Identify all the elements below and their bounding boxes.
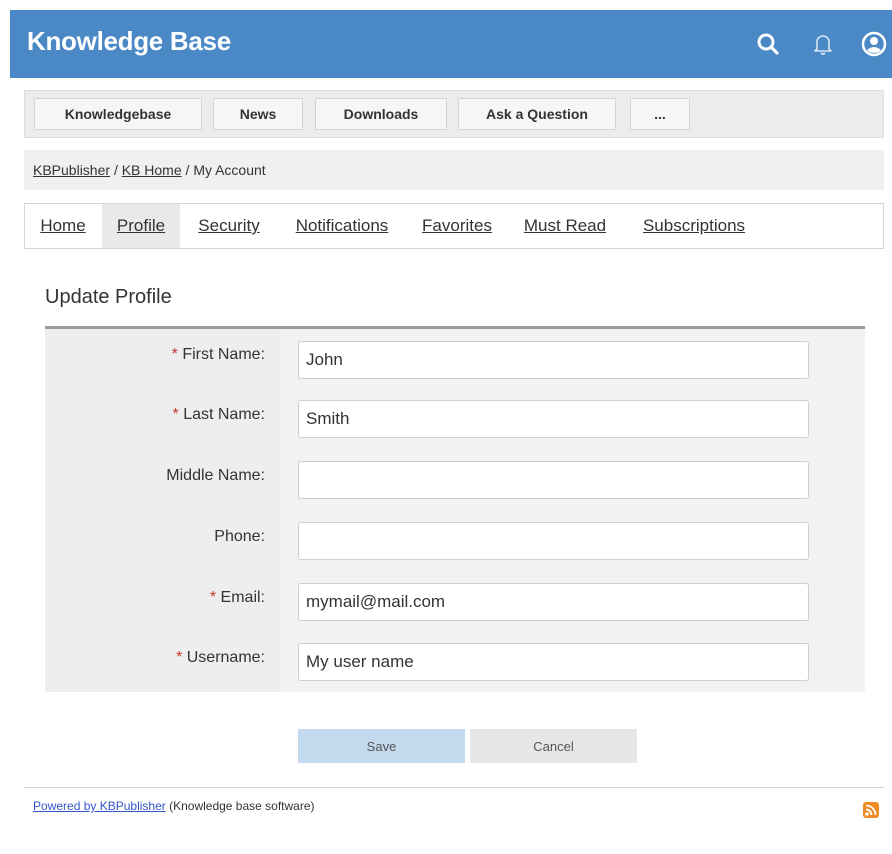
- phone-label: Phone:: [214, 528, 265, 545]
- email-field[interactable]: [298, 583, 809, 621]
- menu-knowledgebase-button[interactable]: Knowledgebase: [34, 98, 202, 130]
- save-button[interactable]: Save: [298, 729, 465, 763]
- tab-favorites[interactable]: Favorites: [415, 204, 499, 248]
- top-menu: Knowledgebase News Downloads Ask a Quest…: [24, 90, 884, 138]
- menu-more-button[interactable]: ...: [630, 98, 690, 130]
- username-field[interactable]: [298, 643, 809, 681]
- middle-name-field[interactable]: [298, 461, 809, 499]
- last-name-field[interactable]: [298, 400, 809, 438]
- required-marker: *: [176, 649, 183, 666]
- breadcrumb-kbpublisher-link[interactable]: KBPublisher: [33, 162, 110, 178]
- first-name-label: * First Name:: [171, 346, 265, 363]
- required-marker: *: [209, 589, 217, 606]
- required-marker: *: [172, 406, 179, 423]
- menu-ask-question-button[interactable]: Ask a Question: [458, 98, 616, 130]
- account-tabs: Home Profile Security Notifications Favo…: [24, 203, 884, 249]
- user-icon[interactable]: [860, 30, 888, 58]
- app-header: Knowledge Base: [10, 10, 892, 78]
- section-title: Update Profile: [45, 286, 172, 308]
- bell-icon[interactable]: [809, 30, 837, 58]
- tab-notifications[interactable]: Notifications: [287, 204, 397, 248]
- footer: Powered by KBPublisher (Knowledge base s…: [33, 799, 315, 813]
- powered-by-link[interactable]: Powered by KBPublisher: [33, 799, 166, 813]
- breadcrumb-kb-home-link[interactable]: KB Home: [122, 162, 182, 178]
- menu-news-button[interactable]: News: [213, 98, 303, 130]
- first-name-field[interactable]: [298, 341, 809, 379]
- required-marker: *: [171, 346, 178, 363]
- phone-field[interactable]: [298, 522, 809, 560]
- menu-downloads-button[interactable]: Downloads: [315, 98, 447, 130]
- search-icon[interactable]: [754, 30, 782, 58]
- cancel-button[interactable]: Cancel: [470, 729, 637, 763]
- breadcrumb-separator: /: [185, 162, 190, 178]
- form-label-column: [45, 329, 280, 692]
- rss-icon[interactable]: [863, 802, 879, 818]
- breadcrumb: KBPublisher / KB Home / My Account: [24, 150, 884, 190]
- email-label: * Email:: [209, 589, 265, 606]
- breadcrumb-separator: /: [113, 162, 118, 178]
- footer-divider: [24, 787, 884, 788]
- footer-suffix: (Knowledge base software): [169, 799, 315, 813]
- tab-must-read[interactable]: Must Read: [519, 204, 611, 248]
- middle-name-label: Middle Name:: [166, 467, 265, 484]
- breadcrumb-current: My Account: [193, 162, 266, 178]
- tab-home[interactable]: Home: [32, 204, 94, 248]
- username-label: * Username:: [176, 649, 265, 666]
- tab-security[interactable]: Security: [191, 204, 267, 248]
- tab-profile[interactable]: Profile: [102, 204, 180, 248]
- last-name-label: * Last Name:: [172, 406, 266, 423]
- tab-subscriptions[interactable]: Subscriptions: [633, 204, 755, 248]
- app-title: Knowledge Base: [27, 26, 231, 56]
